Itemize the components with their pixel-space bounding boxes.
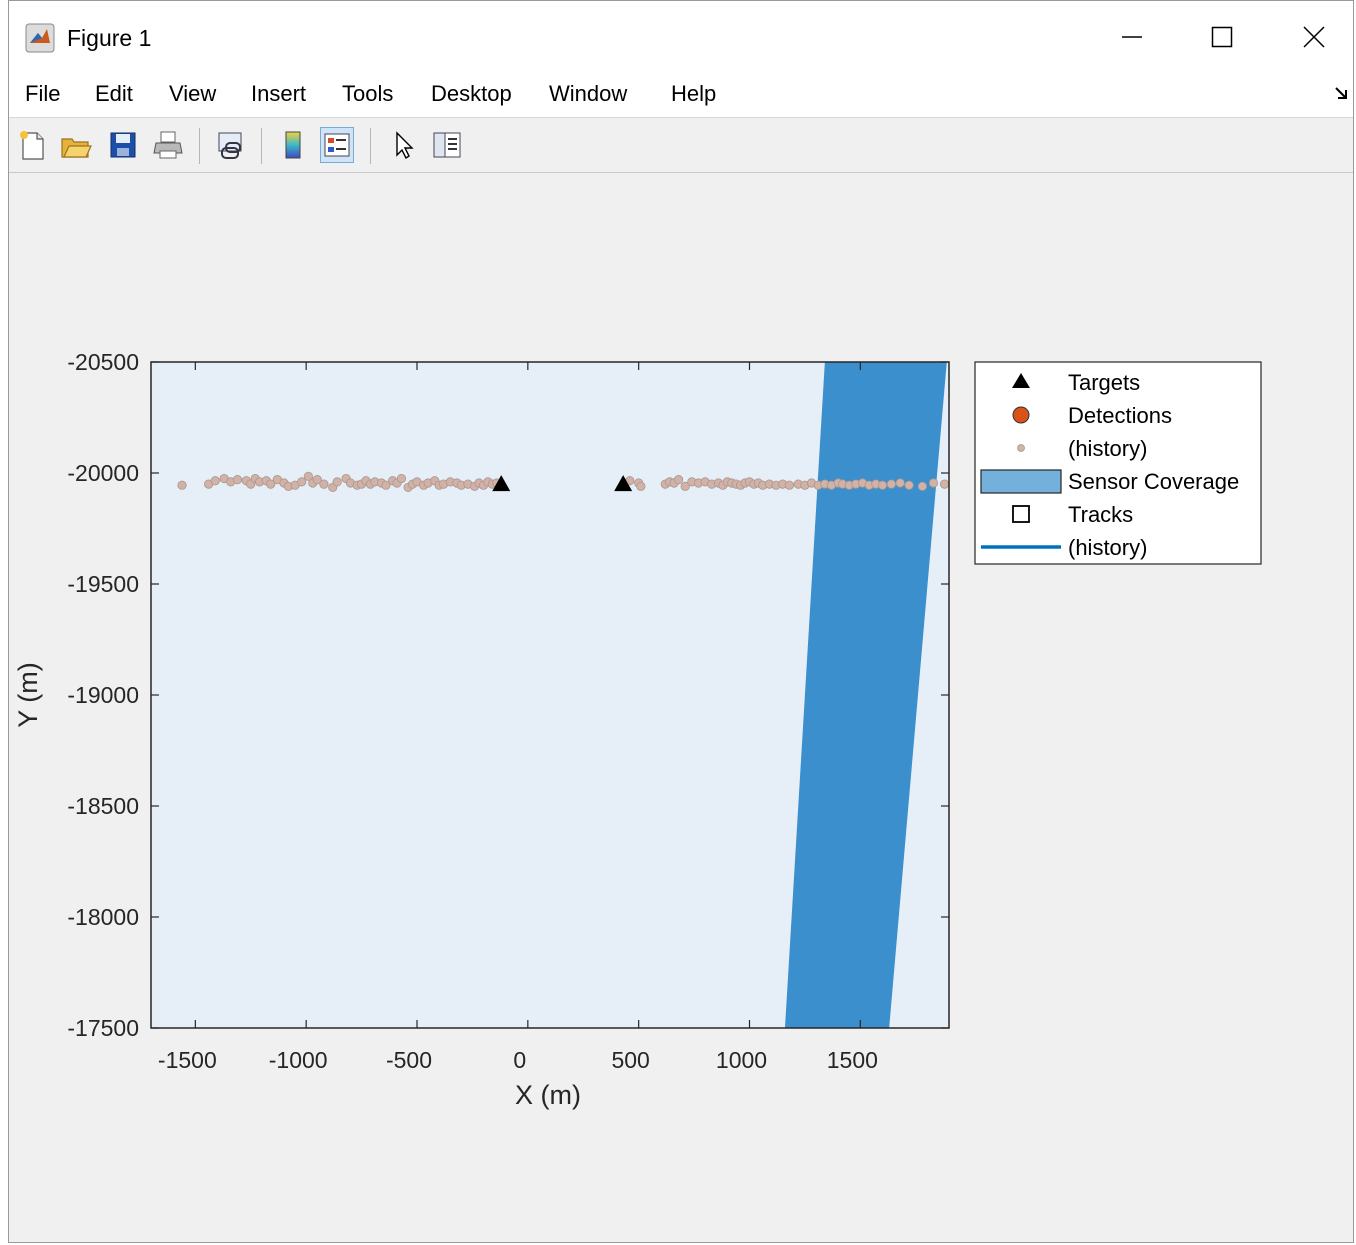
save-icon — [110, 132, 136, 158]
save-button[interactable] — [106, 127, 140, 163]
y-tick-label: -18000 — [67, 904, 139, 930]
history-point — [396, 473, 407, 484]
minimize-button[interactable] — [1106, 15, 1158, 59]
legend-label: Tracks — [1068, 502, 1133, 527]
y-tick-label: -20000 — [67, 460, 139, 486]
window-title: Figure 1 — [67, 25, 152, 51]
print-icon — [153, 131, 183, 159]
y-tick-label: -20500 — [67, 349, 139, 375]
y-tick-label: -19500 — [67, 571, 139, 597]
new-figure-icon — [20, 131, 44, 160]
toolbar-separator — [199, 128, 200, 164]
new-figure-button[interactable] — [15, 127, 49, 163]
insert-legend-button[interactable] — [320, 127, 354, 163]
dock-figure-icon[interactable] — [1333, 85, 1351, 103]
y-axis-label: Y (m) — [13, 662, 43, 728]
history-point — [886, 479, 896, 489]
figure-window: Figure 1 File Edit View Insert Tools Des… — [8, 0, 1354, 1243]
x-tick-label: -1000 — [269, 1047, 328, 1073]
property-inspector-button[interactable] — [430, 127, 464, 163]
history-point — [939, 479, 950, 489]
toolbar-separator — [261, 128, 262, 164]
legend-label: Targets — [1068, 370, 1140, 395]
menu-window[interactable]: Window — [549, 81, 627, 107]
history-point — [319, 479, 329, 489]
menu-insert[interactable]: Insert — [251, 81, 306, 107]
legend-label: Detections — [1068, 403, 1172, 428]
x-tick-label: -500 — [386, 1047, 432, 1073]
x-tick-label: 1500 — [827, 1047, 878, 1073]
legend-circle-icon — [1012, 406, 1030, 424]
menu-view[interactable]: View — [169, 81, 216, 107]
edit-plot-pointer-icon — [396, 131, 414, 160]
minimize-icon — [1122, 36, 1142, 38]
legend[interactable]: Targets Detections (history) Sensor Coverag… — [974, 361, 1262, 565]
open-file-button[interactable] — [59, 127, 93, 163]
close-icon — [1303, 26, 1325, 48]
y-tick-label: -19000 — [67, 682, 139, 708]
history-point — [210, 476, 220, 486]
menu-help[interactable]: Help — [671, 81, 716, 107]
legend-label: (history) — [1068, 535, 1147, 560]
figure-canvas[interactable]: -1500 -1000 -500 0 500 1000 1500 -20500 -20000 -1… — [9, 173, 1354, 1243]
maximize-icon — [1211, 26, 1233, 48]
history-point — [177, 480, 187, 490]
menu-edit[interactable]: Edit — [95, 81, 133, 107]
print-button[interactable] — [151, 127, 185, 163]
x-tick-label: 1000 — [716, 1047, 767, 1073]
toolbar-separator — [370, 128, 371, 164]
title-bar[interactable]: Figure 1 — [9, 1, 1353, 73]
history-point — [332, 477, 342, 487]
legend-entry[interactable]: Sensor Coverage — [980, 469, 1239, 494]
history-point — [877, 480, 888, 490]
x-axis-label: X (m) — [515, 1080, 581, 1110]
menu-tools[interactable]: Tools — [342, 81, 393, 107]
x-tick-label: -1500 — [158, 1047, 217, 1073]
colorbar-icon — [285, 131, 301, 159]
history-point — [232, 475, 243, 485]
axes[interactable]: -1500 -1000 -500 0 500 1000 1500 -20500 -20000 -1… — [67, 349, 950, 1073]
history-point — [784, 480, 795, 490]
menu-desktop[interactable]: Desktop — [431, 81, 512, 107]
matlab-logo-icon — [25, 23, 55, 53]
history-point — [895, 478, 905, 488]
history-point — [636, 481, 646, 491]
history-point — [928, 478, 939, 488]
history-point — [673, 475, 684, 485]
property-inspector-icon — [433, 132, 461, 158]
y-tick-label: -18500 — [67, 793, 139, 819]
x-tick-label: 0 — [513, 1047, 526, 1073]
menu-bar: File Edit View Insert Tools Desktop Wind… — [9, 73, 1353, 118]
legend-patch-icon — [980, 469, 1062, 494]
maximize-button[interactable] — [1196, 15, 1248, 59]
figure-toolbar — [9, 118, 1353, 173]
legend-label: (history) — [1068, 436, 1147, 461]
history-point — [904, 480, 914, 490]
open-file-icon — [61, 138, 92, 158]
link-plot-button[interactable] — [213, 127, 247, 163]
y-tick-label: -17500 — [67, 1015, 139, 1041]
history-point — [917, 481, 928, 491]
legend-icon — [324, 133, 350, 157]
legend-dot-icon — [1017, 444, 1025, 452]
x-tick-label: 500 — [611, 1047, 649, 1073]
insert-colorbar-button[interactable] — [276, 127, 310, 163]
legend-label: Sensor Coverage — [1068, 469, 1239, 494]
edit-plot-button[interactable] — [386, 127, 420, 163]
link-plot-icon — [218, 132, 242, 159]
close-button[interactable] — [1288, 15, 1340, 59]
menu-file[interactable]: File — [25, 81, 60, 107]
